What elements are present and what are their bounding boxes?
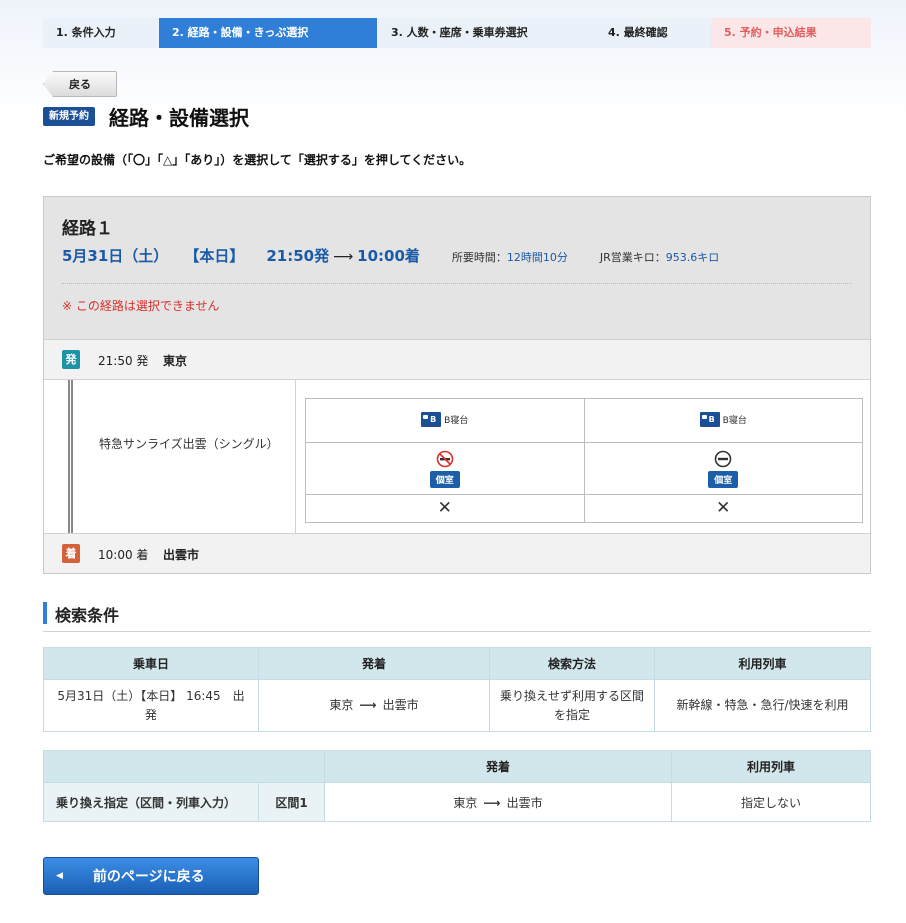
private-room-badge: 個室 [708,470,739,488]
step-route-selection: 2. 経路・設備・きっぷ選択 [159,18,378,48]
route-header: 経路１ 5月31日（土） 【本日】 21:50発 ⟶ 10:00着 所要時間：1… [44,197,870,339]
transfer-train: 指定しない [671,782,871,822]
new-reservation-badge: 新規予約 [43,107,95,126]
search-conditions-table: 乗車日 発着 検索方法 利用列車 5月31日（土）【本日】 16:45 出発 東… [43,647,871,732]
search-method: 乗り換えせず利用する区間を指定 [489,679,655,732]
progress-stepper: 1. 条件入力 2. 経路・設備・きっぷ選択 3. 人数・座席・乗車券選択 4.… [43,18,871,48]
arrival-row: 着 10:00 着 出雲市 [44,533,870,573]
step-seat-selection: 3. 人数・座席・乗車券選択 [377,18,596,48]
column-header: 乗車日 [43,647,259,680]
page-title: 経路・設備選択 [109,106,249,130]
search-conditions-heading: 検索条件 [43,600,871,632]
column-header: 発着 [324,750,672,783]
arrival-time: 10:00着 [357,247,420,265]
duration: 所要時間：12時間10分 [451,251,568,264]
unavailable-icon: ✕ [716,498,731,518]
facility-cell: B寝台 B寝台 個室 [295,380,870,533]
arrow-right-icon: ⟶ [359,698,377,712]
previous-page-label: 前のページに戻る [92,869,205,885]
table-row: 5月31日（土）【本日】 16:45 出発 東京 ⟶ 出雲市 乗り換えせず利用する区… [43,679,871,732]
transfer-table: 発着 利用列車 乗り換え指定（区間・列車入力） 区間1 東京 ⟶ 出雲市 指定しない [43,750,871,822]
arrow-right-icon: ⟶ [333,249,354,265]
divider [62,283,852,284]
column-header: 発着 [258,647,490,680]
column-header [43,750,325,783]
departure-badge: 発 [62,350,80,369]
step-condition-input: 1. 条件入力 [43,18,160,48]
back-button[interactable]: 戻る [43,71,117,97]
private-room-badge: 個室 [429,470,460,488]
today-label: 【本日】 [184,247,245,265]
rail-line [68,380,73,533]
instruction-text: ご希望の設備（「〇」「△」「あり」）を選択して「選択する」を押してください。 [43,153,472,167]
column-header: 利用列車 [654,647,871,680]
step-final-confirm: 4. 最終確認 [595,18,712,48]
sleeper-icon [699,411,720,427]
departure-time-label: 21:50 発 [98,354,149,368]
facility-table: B寝台 B寝台 個室 [305,398,863,523]
transfer-from-to: 東京 ⟶ 出雲市 [324,782,672,822]
section-title: 検索条件 [55,606,120,625]
arrival-badge: 着 [62,544,80,563]
route-card: 経路１ 5月31日（土） 【本日】 21:50発 ⟶ 10:00着 所要時間：1… [43,196,871,574]
step-reservation-result: 5. 予約・申込結果 [711,18,871,48]
transfer-label: 乗り換え指定（区間・列車入力） [43,782,259,822]
column-header: 利用列車 [671,750,871,783]
heading-accent-bar [43,602,47,624]
from-to: 東京 ⟶ 出雲市 [258,679,490,732]
previous-page-button[interactable]: ◀ 前のページに戻る [43,857,259,895]
unavailable-icon: ✕ [437,498,452,518]
train-types: 新幹線・特急・急行/快速を利用 [654,679,871,732]
ride-date: 5月31日（土）【本日】 16:45 出発 [43,679,259,732]
departure-station: 東京 [163,354,188,368]
facility-room-2: 個室 [583,442,863,495]
route-summary: 5月31日（土） 【本日】 21:50発 ⟶ 10:00着 所要時間：12時間1… [62,245,719,266]
departure-time: 21:50発 [266,247,330,265]
table-row: 乗り換え指定（区間・列車入力） 区間1 東京 ⟶ 出雲市 指定しない [43,782,871,822]
arrival-time-label: 10:00 着 [98,548,149,562]
facility-type-1: B寝台 [305,398,585,443]
triangle-left-icon: ◀ [56,871,63,881]
train-name: 特急サンライズ出雲（シングル） [99,437,279,451]
departure-row: 発 21:50 発 東京 [44,339,870,380]
no-entry-icon [714,450,732,467]
arrival-station: 出雲市 [163,548,200,562]
route-date: 5月31日（土） [62,247,169,265]
arrow-right-icon: ⟶ [483,795,501,810]
route-name: 経路１ [62,219,113,239]
facility-room-1: 個室 [305,442,585,495]
facility-type-2: B寝台 [583,398,863,443]
column-header: 検索方法 [489,647,655,680]
section-label: 区間1 [258,782,325,822]
availability-1: ✕ [305,494,585,523]
sleeper-icon [421,411,442,427]
distance: JR営業キロ：953.6キロ [599,251,720,264]
route-unavailable-warning: ※ この経路は選択できません [62,299,220,313]
train-segment: 特急サンライズ出雲（シングル） B寝台 B寝台 個室 [44,380,870,533]
availability-2: ✕ [583,494,863,523]
no-smoking-icon [436,450,454,467]
